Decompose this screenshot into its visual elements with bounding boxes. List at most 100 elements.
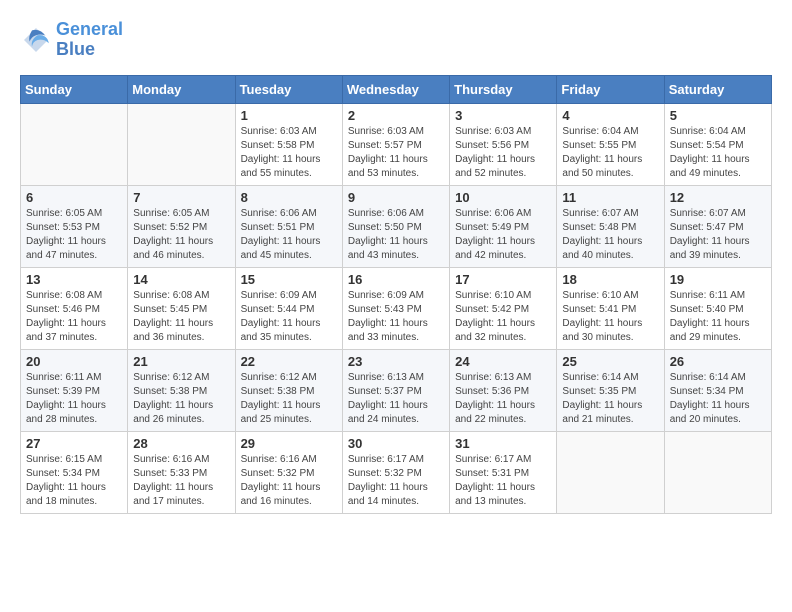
calendar-week-2: 6 Sunrise: 6:05 AM Sunset: 5:53 PM Daylig… — [21, 185, 772, 267]
day-number: 17 — [455, 272, 551, 287]
day-info: Sunrise: 6:07 AM Sunset: 5:47 PM Dayligh… — [670, 207, 766, 263]
calendar-cell: 2 Sunrise: 6:03 AM Sunset: 5:57 PM Daylig… — [342, 103, 449, 185]
weekday-header-saturday: Saturday — [664, 75, 771, 103]
day-number: 12 — [670, 190, 766, 205]
day-info: Sunrise: 6:11 AM Sunset: 5:40 PM Dayligh… — [670, 289, 766, 345]
day-number: 26 — [670, 354, 766, 369]
day-number: 30 — [348, 436, 444, 451]
calendar-cell: 19 Sunrise: 6:11 AM Sunset: 5:40 PM Dayli… — [664, 267, 771, 349]
calendar-cell — [128, 103, 235, 185]
day-number: 16 — [348, 272, 444, 287]
day-number: 13 — [26, 272, 122, 287]
calendar-cell: 23 Sunrise: 6:13 AM Sunset: 5:37 PM Dayli… — [342, 349, 449, 431]
day-info: Sunrise: 6:17 AM Sunset: 5:31 PM Dayligh… — [455, 453, 551, 509]
calendar-cell: 8 Sunrise: 6:06 AM Sunset: 5:51 PM Daylig… — [235, 185, 342, 267]
logo-text: General Blue — [56, 20, 123, 60]
day-number: 2 — [348, 108, 444, 123]
day-number: 31 — [455, 436, 551, 451]
calendar-cell: 7Sunrise: 6:05 AM Sunset: 5:52 PM Daylig… — [128, 185, 235, 267]
calendar-cell — [21, 103, 128, 185]
day-info: Sunrise: 6:03 AM Sunset: 5:57 PM Dayligh… — [348, 125, 444, 181]
calendar-cell: 12 Sunrise: 6:07 AM Sunset: 5:47 PM Dayli… — [664, 185, 771, 267]
calendar-cell: 22 Sunrise: 6:12 AM Sunset: 5:38 PM Dayli… — [235, 349, 342, 431]
day-number: 24 — [455, 354, 551, 369]
day-number: 21 — [133, 354, 229, 369]
calendar-table: SundayMondayTuesdayWednesdayThursdayFrid… — [20, 75, 772, 514]
calendar-cell: 15Sunrise: 6:09 AM Sunset: 5:44 PM Dayli… — [235, 267, 342, 349]
calendar-cell: 25 Sunrise: 6:14 AM Sunset: 5:35 PM Dayli… — [557, 349, 664, 431]
calendar-cell: 10 Sunrise: 6:06 AM Sunset: 5:49 PM Dayli… — [450, 185, 557, 267]
day-info: Sunrise: 6:06 AM Sunset: 5:51 PM Dayligh… — [241, 207, 337, 263]
day-info: Sunrise: 6:03 AM Sunset: 5:56 PM Dayligh… — [455, 125, 551, 181]
day-info: Sunrise: 6:15 AM Sunset: 5:34 PM Dayligh… — [26, 453, 122, 509]
day-info: Sunrise: 6:08 AM Sunset: 5:45 PM Dayligh… — [133, 289, 229, 345]
day-info: Sunrise: 6:12 AM Sunset: 5:38 PM Dayligh… — [241, 371, 337, 427]
day-info: Sunrise: 6:14 AM Sunset: 5:35 PM Dayligh… — [562, 371, 658, 427]
calendar-header-row: SundayMondayTuesdayWednesdayThursdayFrid… — [21, 75, 772, 103]
day-info: Sunrise: 6:06 AM Sunset: 5:50 PM Dayligh… — [348, 207, 444, 263]
day-info: Sunrise: 6:06 AM Sunset: 5:49 PM Dayligh… — [455, 207, 551, 263]
day-number: 3 — [455, 108, 551, 123]
day-number: 27 — [26, 436, 122, 451]
day-number: 28 — [133, 436, 229, 451]
calendar-week-3: 13 Sunrise: 6:08 AM Sunset: 5:46 PM Dayli… — [21, 267, 772, 349]
day-number: 8 — [241, 190, 337, 205]
day-number: 7 — [133, 190, 229, 205]
weekday-header-sunday: Sunday — [21, 75, 128, 103]
day-number: 23 — [348, 354, 444, 369]
day-info: Sunrise: 6:17 AM Sunset: 5:32 PM Dayligh… — [348, 453, 444, 509]
calendar-cell: 28 Sunrise: 6:16 AM Sunset: 5:33 PM Dayli… — [128, 431, 235, 513]
calendar-cell: 17 Sunrise: 6:10 AM Sunset: 5:42 PM Dayli… — [450, 267, 557, 349]
calendar-week-4: 20Sunrise: 6:11 AM Sunset: 5:39 PM Dayli… — [21, 349, 772, 431]
calendar-cell: 20Sunrise: 6:11 AM Sunset: 5:39 PM Dayli… — [21, 349, 128, 431]
calendar-cell: 18Sunrise: 6:10 AM Sunset: 5:41 PM Dayli… — [557, 267, 664, 349]
logo: General Blue — [20, 20, 123, 60]
calendar-cell: 29Sunrise: 6:16 AM Sunset: 5:32 PM Dayli… — [235, 431, 342, 513]
day-number: 19 — [670, 272, 766, 287]
calendar-cell — [557, 431, 664, 513]
day-info: Sunrise: 6:13 AM Sunset: 5:36 PM Dayligh… — [455, 371, 551, 427]
weekday-header-tuesday: Tuesday — [235, 75, 342, 103]
day-info: Sunrise: 6:16 AM Sunset: 5:32 PM Dayligh… — [241, 453, 337, 509]
calendar-cell: 26 Sunrise: 6:14 AM Sunset: 5:34 PM Dayli… — [664, 349, 771, 431]
day-info: Sunrise: 6:11 AM Sunset: 5:39 PM Dayligh… — [26, 371, 122, 427]
calendar-week-1: 1Sunrise: 6:03 AM Sunset: 5:58 PM Daylig… — [21, 103, 772, 185]
day-info: Sunrise: 6:04 AM Sunset: 5:55 PM Dayligh… — [562, 125, 658, 181]
logo-icon — [20, 24, 52, 56]
calendar-cell: 6 Sunrise: 6:05 AM Sunset: 5:53 PM Daylig… — [21, 185, 128, 267]
day-info: Sunrise: 6:14 AM Sunset: 5:34 PM Dayligh… — [670, 371, 766, 427]
day-info: Sunrise: 6:12 AM Sunset: 5:38 PM Dayligh… — [133, 371, 229, 427]
day-info: Sunrise: 6:16 AM Sunset: 5:33 PM Dayligh… — [133, 453, 229, 509]
calendar-cell: 30 Sunrise: 6:17 AM Sunset: 5:32 PM Dayli… — [342, 431, 449, 513]
calendar-cell: 1Sunrise: 6:03 AM Sunset: 5:58 PM Daylig… — [235, 103, 342, 185]
day-info: Sunrise: 6:09 AM Sunset: 5:43 PM Dayligh… — [348, 289, 444, 345]
weekday-header-thursday: Thursday — [450, 75, 557, 103]
day-info: Sunrise: 6:03 AM Sunset: 5:58 PM Dayligh… — [241, 125, 337, 181]
calendar-cell: 13 Sunrise: 6:08 AM Sunset: 5:46 PM Dayli… — [21, 267, 128, 349]
calendar-cell: 11 Sunrise: 6:07 AM Sunset: 5:48 PM Dayli… — [557, 185, 664, 267]
calendar-cell: 31 Sunrise: 6:17 AM Sunset: 5:31 PM Dayli… — [450, 431, 557, 513]
day-info: Sunrise: 6:13 AM Sunset: 5:37 PM Dayligh… — [348, 371, 444, 427]
day-info: Sunrise: 6:05 AM Sunset: 5:53 PM Dayligh… — [26, 207, 122, 263]
day-number: 25 — [562, 354, 658, 369]
day-number: 10 — [455, 190, 551, 205]
day-number: 9 — [348, 190, 444, 205]
day-number: 5 — [670, 108, 766, 123]
weekday-header-monday: Monday — [128, 75, 235, 103]
day-info: Sunrise: 6:07 AM Sunset: 5:48 PM Dayligh… — [562, 207, 658, 263]
calendar-cell — [664, 431, 771, 513]
calendar-cell: 14 Sunrise: 6:08 AM Sunset: 5:45 PM Dayli… — [128, 267, 235, 349]
weekday-header-friday: Friday — [557, 75, 664, 103]
day-number: 22 — [241, 354, 337, 369]
day-number: 14 — [133, 272, 229, 287]
day-number: 4 — [562, 108, 658, 123]
day-info: Sunrise: 6:10 AM Sunset: 5:42 PM Dayligh… — [455, 289, 551, 345]
day-number: 11 — [562, 190, 658, 205]
calendar-cell: 27 Sunrise: 6:15 AM Sunset: 5:34 PM Dayli… — [21, 431, 128, 513]
day-info: Sunrise: 6:10 AM Sunset: 5:41 PM Dayligh… — [562, 289, 658, 345]
day-info: Sunrise: 6:09 AM Sunset: 5:44 PM Dayligh… — [241, 289, 337, 345]
day-info: Sunrise: 6:04 AM Sunset: 5:54 PM Dayligh… — [670, 125, 766, 181]
calendar-cell: 3 Sunrise: 6:03 AM Sunset: 5:56 PM Daylig… — [450, 103, 557, 185]
day-info: Sunrise: 6:08 AM Sunset: 5:46 PM Dayligh… — [26, 289, 122, 345]
day-number: 6 — [26, 190, 122, 205]
